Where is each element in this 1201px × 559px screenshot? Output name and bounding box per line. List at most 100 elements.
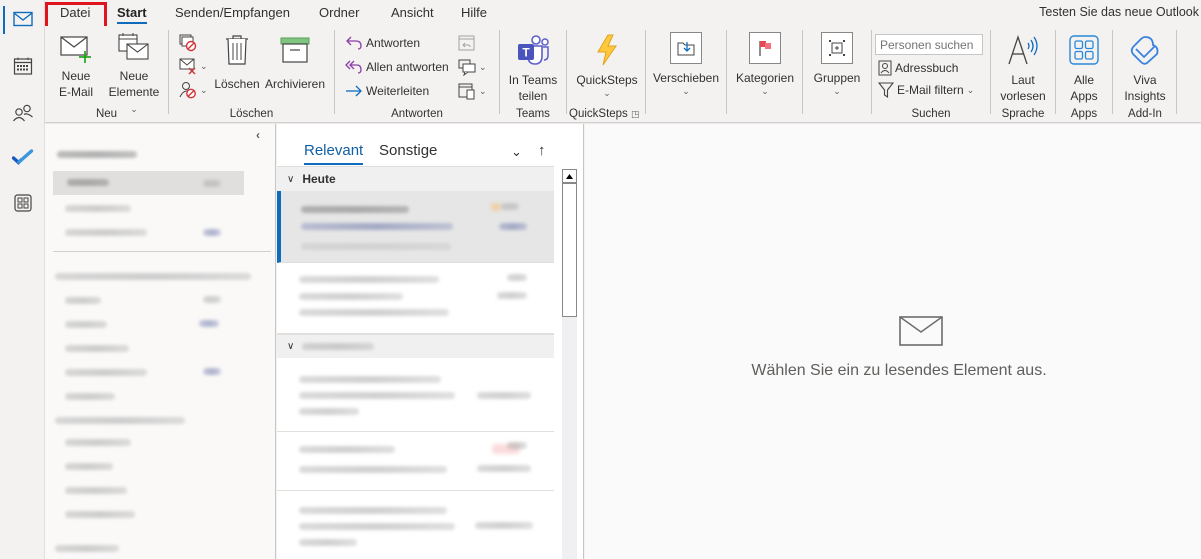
im-reply-button[interactable]: ⌄ xyxy=(458,56,487,78)
group-label-addin: Add-In xyxy=(1128,108,1162,120)
filter-email-button[interactable]: E-Mail filtern ⌄ xyxy=(878,79,974,101)
tab-sonstige[interactable]: Sonstige xyxy=(379,142,437,159)
meeting-reply-button[interactable] xyxy=(458,32,476,54)
read-aloud-button[interactable]: Laut vorlesen xyxy=(993,32,1053,104)
folder-item[interactable] xyxy=(53,454,244,478)
folder-item[interactable] xyxy=(53,430,244,454)
address-book-icon xyxy=(878,60,892,76)
tab-relevant[interactable]: Relevant xyxy=(304,142,364,165)
group-apps: Alle Apps Apps xyxy=(1056,30,1112,122)
chevron-down-icon: ⌄ xyxy=(603,88,611,98)
message-item[interactable] xyxy=(277,491,554,559)
chevron-down-icon: ⌄ xyxy=(200,84,208,95)
tab-senden-empfangen[interactable]: Senden/Empfangen xyxy=(175,5,290,20)
cleanup-button[interactable]: ⌄ xyxy=(179,55,208,77)
group-tags: Kategorien ⌄ xyxy=(727,30,802,122)
teams-icon: T xyxy=(518,35,549,65)
tab-datei[interactable]: Datei xyxy=(60,5,90,20)
scroll-thumb[interactable] xyxy=(562,183,577,317)
rail-mail-button[interactable] xyxy=(0,2,45,36)
quicksteps-button[interactable]: QuickSteps ⌄ xyxy=(573,32,641,98)
calendar-reply-icon xyxy=(458,35,475,51)
rail-calendar-button[interactable] xyxy=(0,49,45,83)
archive-button[interactable]: Archivieren xyxy=(263,32,327,92)
viva-insights-icon xyxy=(1130,36,1159,65)
rail-people-button[interactable] xyxy=(0,96,45,130)
chevron-down-icon: ⌄ xyxy=(479,85,487,96)
group-label-sprache: Sprache xyxy=(1001,108,1045,120)
group-label-neu: Neu xyxy=(95,108,118,120)
filter-dropdown-icon[interactable]: ⌄ xyxy=(511,144,522,160)
groups-button[interactable]: Gruppen ⌄ xyxy=(807,32,867,96)
chevron-down-icon: ⌄ xyxy=(761,86,769,96)
group-divider xyxy=(1176,30,1177,114)
folder-account-header[interactable] xyxy=(57,151,137,158)
folder-item[interactable] xyxy=(53,478,244,502)
new-items-button[interactable]: Neue Elemente ⌄ xyxy=(105,30,163,116)
group-label-loeschen: Löschen xyxy=(229,108,274,120)
dialog-launcher-icon[interactable]: ◳ xyxy=(631,109,640,119)
categorize-button[interactable]: Kategorien ⌄ xyxy=(731,32,799,96)
delete-button[interactable]: Löschen xyxy=(214,32,260,92)
folder-item[interactable] xyxy=(53,360,244,384)
address-book-button[interactable]: Adressbuch xyxy=(878,57,958,79)
group-groups: Gruppen ⌄ xyxy=(803,30,871,122)
new-email-button[interactable]: Neue E-Mail xyxy=(55,30,97,100)
reply-all-button[interactable]: Allen antworten xyxy=(345,56,449,78)
group-teams: T In Teams teilen Teams xyxy=(500,30,566,122)
share-to-teams-button[interactable]: T In Teams teilen xyxy=(502,32,564,104)
ignore-button[interactable] xyxy=(179,32,197,54)
folder-item[interactable] xyxy=(53,288,244,312)
group-label-teams: Teams xyxy=(516,108,550,120)
folder-item[interactable] xyxy=(53,384,244,408)
folder-item[interactable] xyxy=(53,536,244,559)
reply-button[interactable]: Antworten xyxy=(345,32,420,54)
rail-todo-button[interactable] xyxy=(0,140,45,174)
move-folder-icon xyxy=(677,42,695,56)
all-apps-button[interactable]: Alle Apps xyxy=(1058,32,1110,104)
folder-item[interactable] xyxy=(53,408,244,432)
read-aloud-icon xyxy=(1008,34,1038,65)
sort-direction-icon[interactable]: ↑ xyxy=(538,142,546,159)
reply-icon xyxy=(346,36,362,50)
group-label-quicksteps: QuickSteps xyxy=(569,108,628,120)
message-list-scrollbar[interactable] xyxy=(562,169,577,559)
folder-item-selected[interactable] xyxy=(53,171,244,195)
tab-start[interactable]: Start xyxy=(117,5,147,24)
folder-account-header[interactable] xyxy=(55,273,251,280)
forward-button[interactable]: Weiterleiten xyxy=(345,80,429,102)
tab-ansicht[interactable]: Ansicht xyxy=(391,5,434,20)
tab-hilfe[interactable]: Hilfe xyxy=(461,5,487,20)
group-antworten: Antworten Allen antworten Weiterleiten ⌄… xyxy=(335,30,499,122)
more-respond-button[interactable]: ⌄ xyxy=(458,80,487,102)
folder-item[interactable] xyxy=(53,502,244,526)
try-new-outlook-toggle[interactable]: Testen Sie das neue Outlook xyxy=(1039,5,1199,19)
search-people-input[interactable] xyxy=(875,34,983,55)
folder-item[interactable] xyxy=(53,312,244,336)
tab-ordner[interactable]: Ordner xyxy=(319,5,359,20)
viva-insights-button[interactable]: Viva Insights xyxy=(1115,32,1175,104)
empty-reading-message: Wählen Sie ein zu lesendes Element aus. xyxy=(751,362,1047,379)
group-header-older[interactable]: ∨ xyxy=(277,334,554,358)
move-button[interactable]: Verschieben ⌄ xyxy=(650,32,722,96)
folder-item[interactable] xyxy=(53,336,244,360)
group-header-today[interactable]: ∨ Heute xyxy=(277,167,554,191)
group-move: Verschieben ⌄ xyxy=(646,30,726,122)
junk-button[interactable]: ⌄ xyxy=(179,79,208,101)
folder-item[interactable] xyxy=(53,220,244,244)
folder-item[interactable] xyxy=(53,196,244,220)
collapse-folder-pane-icon[interactable]: ‹ xyxy=(256,128,260,142)
ribbon: Neue E-Mail Neue Elemente ⌄ Neu ⌄ ⌄ Lösc… xyxy=(45,26,1201,123)
svg-text:T: T xyxy=(522,46,530,60)
flag-icon xyxy=(759,41,771,56)
message-item-selected[interactable] xyxy=(277,191,554,263)
scroll-up-button[interactable] xyxy=(562,169,577,183)
message-item[interactable] xyxy=(277,264,554,334)
message-item[interactable] xyxy=(277,359,554,432)
chevron-down-icon: ∨ xyxy=(287,173,295,185)
chat-reply-icon xyxy=(458,59,476,76)
rail-apps-button[interactable] xyxy=(0,186,45,220)
message-item[interactable] xyxy=(277,432,554,491)
arrow-up-icon xyxy=(566,173,573,179)
trash-icon xyxy=(226,35,248,65)
